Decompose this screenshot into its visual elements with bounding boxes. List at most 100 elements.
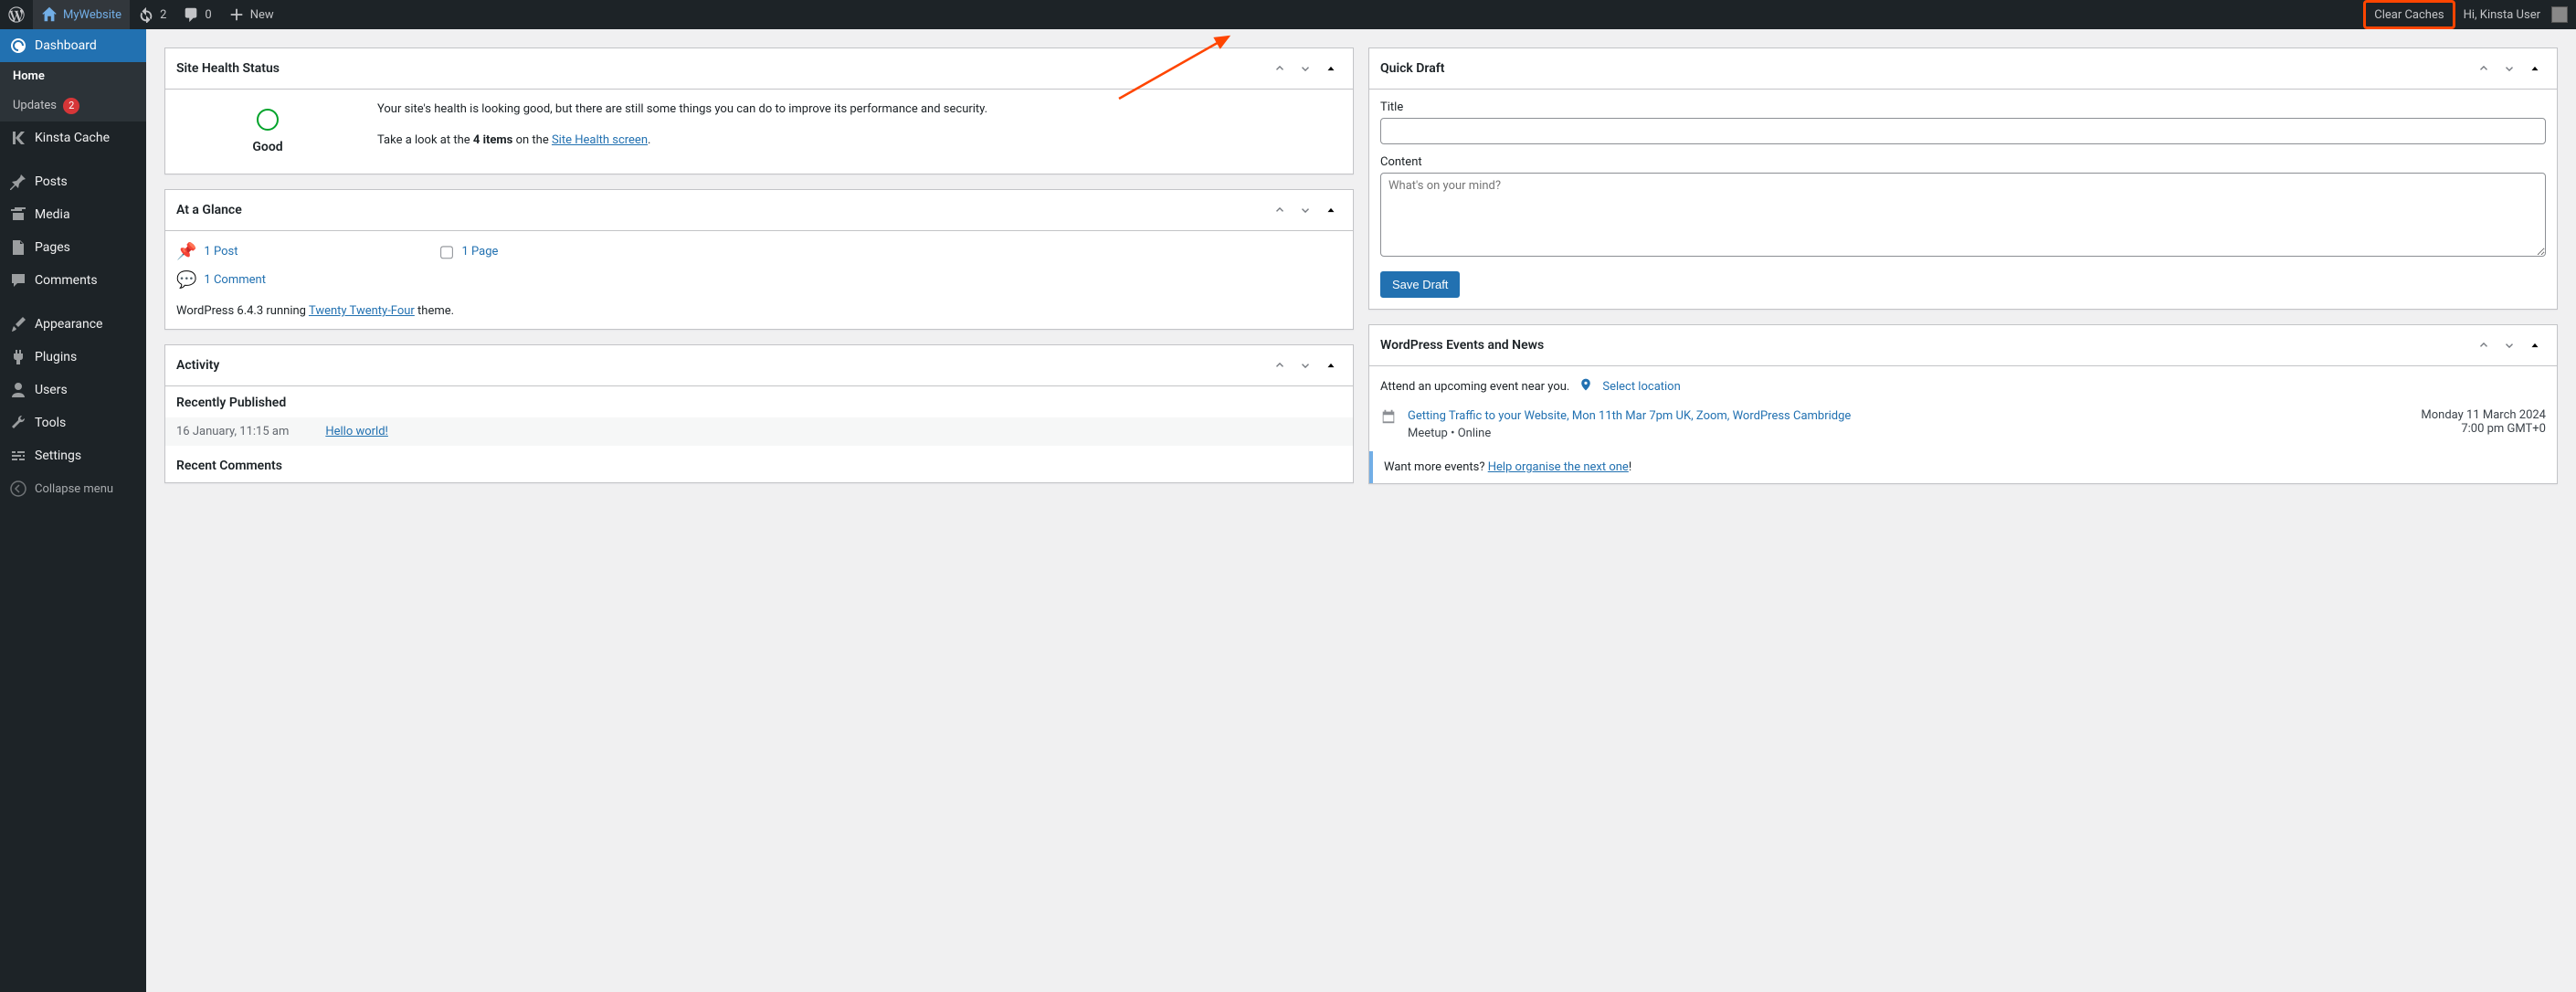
submenu-home[interactable]: Home [0,62,146,90]
updates-count: 2 [160,8,166,22]
health-text: Your site's health is looking good, but … [377,100,987,163]
toggle-button[interactable] [1320,58,1342,79]
box-title: Activity [176,358,219,373]
site-health-box: Site Health Status Good Your [164,47,1354,174]
clear-caches-button[interactable]: Clear Caches [2363,0,2455,29]
dashboard-submenu: Home Updates 2 [0,62,146,121]
sliders-icon [9,447,27,465]
user-greeting[interactable]: Hi, Kinsta User [2455,0,2576,29]
move-down-button[interactable] [1294,354,1316,376]
separator [0,154,146,165]
site-name-link[interactable]: MyWebsite [33,0,130,29]
caret-up-icon [1325,204,1337,216]
home-icon [41,6,58,23]
attend-text: Attend an upcoming event near you. [1380,380,1569,394]
menu-tools[interactable]: Tools [0,406,146,439]
health-gauge: Good [176,100,359,163]
menu-posts[interactable]: Posts [0,165,146,198]
move-up-button[interactable] [2473,334,2495,356]
activity-box: Activity Recently Published 16 January, … [164,344,1354,483]
box-controls [1269,58,1342,79]
site-name: MyWebsite [63,8,121,22]
menu-pages[interactable]: Pages [0,231,146,264]
box-header: Activity [165,345,1353,386]
toggle-button[interactable] [1320,199,1342,221]
move-down-button[interactable] [2498,334,2520,356]
page-icon [9,238,27,257]
help-organise-link[interactable]: Help organise the next one [1488,460,1629,474]
box-body: Attend an upcoming event near you. Selec… [1369,366,2557,483]
glance-footer: WordPress 6.4.3 running Twenty Twenty-Fo… [176,299,1342,318]
comment-icon [183,6,199,23]
toggle-button[interactable] [2524,58,2546,79]
toggle-button[interactable] [1320,354,1342,376]
wordpress-icon [8,6,25,23]
box-title: Quick Draft [1380,61,1444,76]
box-header: At a Glance [165,190,1353,231]
chevron-down-icon [1299,204,1312,216]
menu-kinsta-cache[interactable]: Kinsta Cache [0,121,146,154]
site-health-screen-link[interactable]: Site Health screen [552,133,648,147]
move-down-button[interactable] [2498,58,2520,79]
at-a-glance-box: At a Glance 📌 1 Post ▢ [164,189,1354,330]
glance-pages[interactable]: ▢ 1 Page [438,242,498,261]
move-up-button[interactable] [1269,199,1291,221]
event-item: Getting Traffic to your Website, Mon 11t… [1380,396,2546,440]
comments-link[interactable]: 0 [174,0,219,29]
menu-media[interactable]: Media [0,198,146,231]
chevron-up-icon [1273,62,1286,75]
move-down-button[interactable] [1294,199,1316,221]
recently-published-heading: Recently Published [165,386,1353,410]
event-meta: Meetup • Online [1408,427,2410,440]
health-paragraph: Your site's health is looking good, but … [377,100,987,119]
comments-count: 0 [205,8,211,22]
wrench-icon [9,414,27,432]
wp-logo[interactable] [0,0,33,29]
gauge-circle-icon [257,109,279,131]
menu-appearance[interactable]: Appearance [0,308,146,341]
save-draft-button[interactable]: Save Draft [1380,271,1460,298]
recent-comments-heading: Recent Comments [165,446,1353,482]
move-up-button[interactable] [1269,58,1291,79]
move-down-button[interactable] [1294,58,1316,79]
collapse-icon [9,480,27,498]
content-textarea[interactable] [1380,173,2546,257]
glance-comments[interactable]: 💬 1 Comment [176,270,266,290]
menu-comments[interactable]: Comments [0,264,146,297]
event-title-link[interactable]: Getting Traffic to your Website, Mon 11t… [1408,409,1851,423]
media-icon [9,206,27,224]
chevron-up-icon [1273,359,1286,372]
box-controls [2473,58,2546,79]
location-pin-icon [1578,377,1593,396]
collapse-menu[interactable]: Collapse menu [0,472,146,505]
submenu-updates[interactable]: Updates 2 [0,90,146,121]
title-input[interactable] [1380,118,2546,144]
title-label: Title [1380,100,2546,114]
move-up-button[interactable] [2473,58,2495,79]
avatar [2551,6,2568,23]
new-content-link[interactable]: New [220,0,282,29]
updates-link[interactable]: 2 [130,0,174,29]
chevron-down-icon [2503,339,2516,352]
toggle-button[interactable] [2524,334,2546,356]
box-header: Quick Draft [1369,48,2557,90]
box-header: WordPress Events and News [1369,325,2557,366]
menu-settings[interactable]: Settings [0,439,146,472]
move-up-button[interactable] [1269,354,1291,376]
glance-posts[interactable]: 📌 1 Post [176,242,238,261]
menu-users[interactable]: Users [0,374,146,406]
dashboard-icon [9,37,27,55]
box-body: 📌 1 Post ▢ 1 Page 💬 1 Comment [165,231,1353,329]
brush-icon [9,315,27,333]
updates-badge: 2 [63,98,79,114]
select-location-link[interactable]: Select location [1602,380,1680,394]
admin-bar: MyWebsite 2 0 New Clear Caches Hi, Kinst… [0,0,2576,29]
admin-bar-left: MyWebsite 2 0 New [0,0,282,29]
theme-link[interactable]: Twenty Twenty-Four [309,304,415,318]
menu-dashboard[interactable]: Dashboard [0,29,146,62]
activity-post-link[interactable]: Hello world! [325,425,388,438]
menu-plugins[interactable]: Plugins [0,341,146,374]
chevron-down-icon [2503,62,2516,75]
box-body: Good Your site's health is looking good,… [165,90,1353,174]
health-paragraph: Take a look at the 4 items on the Site H… [377,132,987,150]
